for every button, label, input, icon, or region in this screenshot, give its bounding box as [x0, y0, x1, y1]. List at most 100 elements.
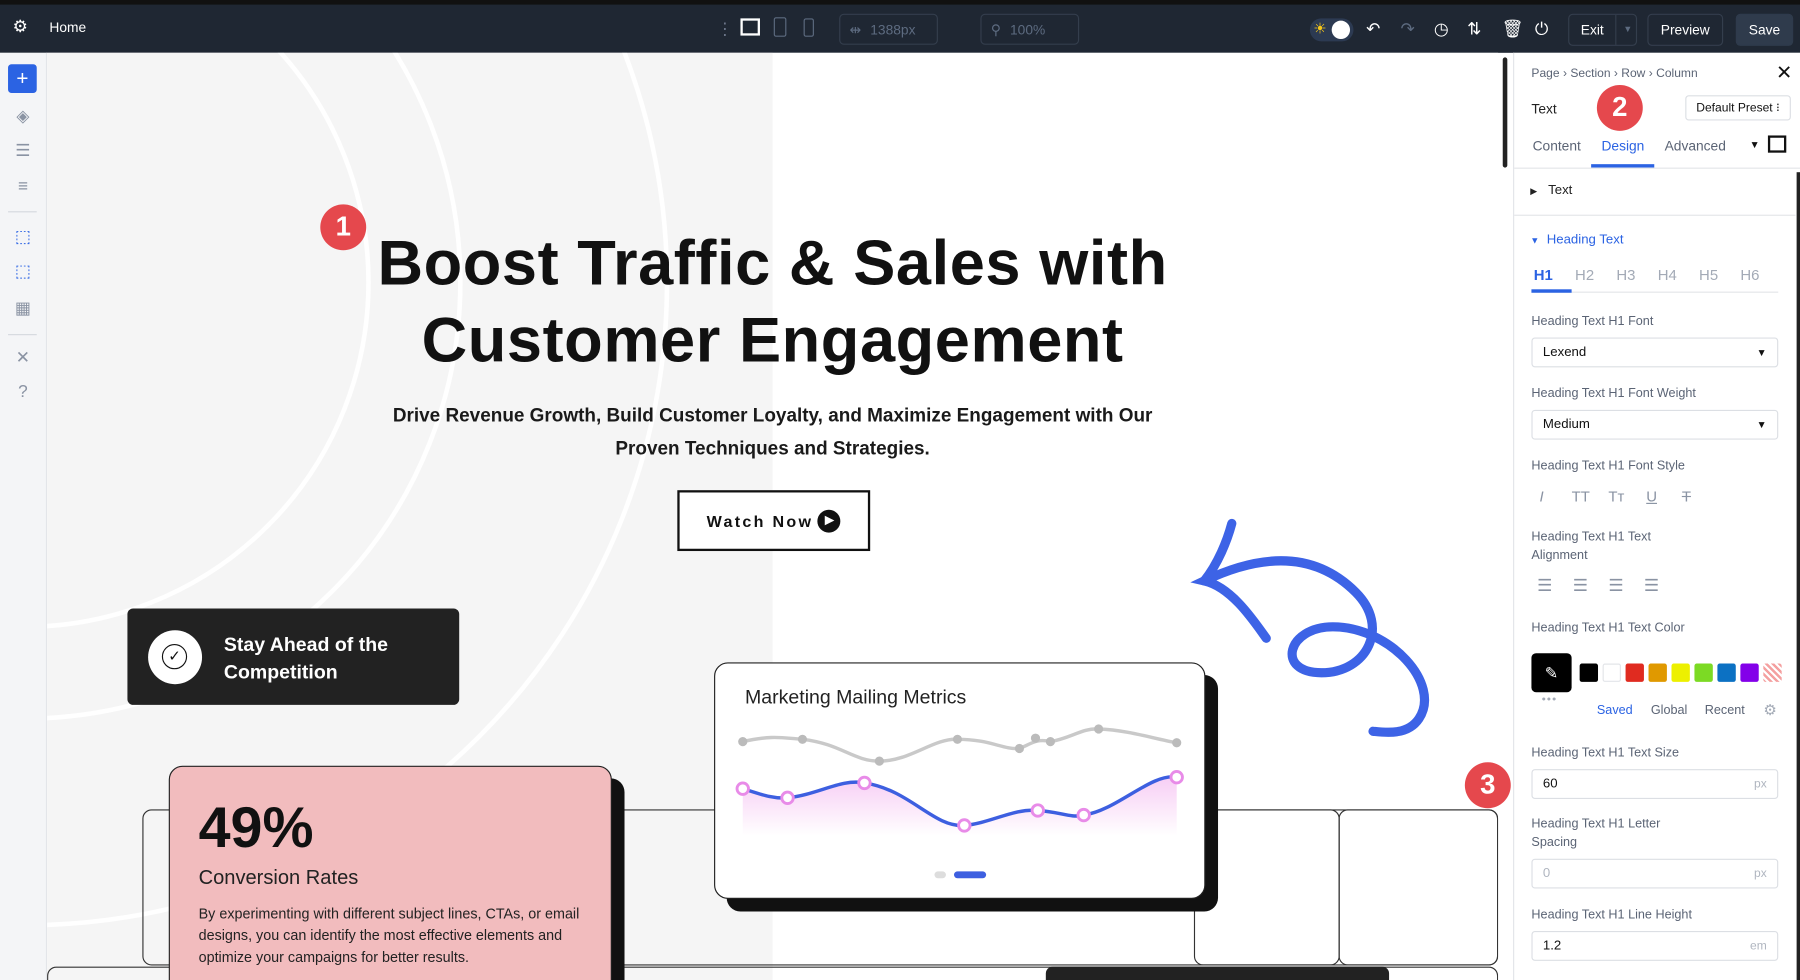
color-swatch-purple[interactable]: [1740, 664, 1758, 682]
section-heading-toggle[interactable]: ▼ Heading Text: [1530, 233, 1623, 247]
tablet-view-icon[interactable]: [774, 17, 787, 37]
letter-spacing-label: Heading Text H1 LetterSpacing: [1531, 816, 1660, 852]
desktop-view-icon[interactable]: [740, 18, 760, 35]
line-height-input[interactable]: 1.2em: [1531, 931, 1778, 961]
color-swatch-yellow[interactable]: [1671, 664, 1689, 682]
pagination-dot-active[interactable]: [954, 871, 986, 878]
tools-icon[interactable]: ✕: [11, 347, 34, 370]
zoom-field[interactable]: ⚲100%: [980, 14, 1079, 45]
width-icon: ⇹: [850, 21, 862, 37]
step-marker-3: 3: [1465, 762, 1511, 808]
tab-h3[interactable]: H3: [1616, 266, 1635, 283]
tab-h1[interactable]: H1: [1534, 266, 1553, 283]
color-tab-global[interactable]: Global: [1651, 704, 1688, 718]
color-swatch-green[interactable]: [1694, 664, 1712, 682]
step-marker-1: 1: [320, 204, 366, 250]
theme-toggle[interactable]: ☀: [1310, 18, 1354, 41]
hero-heading[interactable]: Boost Traffic & Sales withCustomer Engag…: [313, 225, 1231, 379]
uppercase-icon[interactable]: TT: [1572, 488, 1590, 505]
tab-h5[interactable]: H5: [1699, 266, 1718, 283]
font-weight-select[interactable]: Medium▼: [1531, 410, 1778, 440]
top-bar: ⚙ Home ⋮ ⇹1388px ⚲100% ☀ ↶ ↷ ◷ ⇅ 🗑 ⏻ Exi…: [0, 0, 1800, 53]
underline-icon[interactable]: U: [1646, 488, 1657, 505]
color-swatch-white[interactable]: [1603, 664, 1621, 682]
letter-spacing-input[interactable]: 0px: [1531, 859, 1778, 889]
align-left-icon[interactable]: ☰: [1537, 575, 1552, 596]
more-vertical-icon[interactable]: ⋮: [716, 20, 733, 41]
color-swatch-red[interactable]: [1626, 664, 1644, 682]
power-icon[interactable]: ⏻: [1535, 20, 1549, 41]
preset-dropdown[interactable]: Default Preset ⁝: [1685, 95, 1791, 120]
search-icon: ⚲: [991, 21, 1001, 37]
trash-icon[interactable]: 🗑: [1502, 20, 1524, 41]
sort-icon[interactable]: ⇅: [1467, 20, 1481, 41]
exit-button[interactable]: Exit▼: [1568, 14, 1637, 46]
color-tab-saved[interactable]: Saved: [1597, 704, 1633, 718]
pagination-dot[interactable]: [934, 871, 945, 878]
italic-icon[interactable]: I: [1539, 488, 1543, 505]
tab-h4[interactable]: H4: [1658, 266, 1677, 283]
template-preview-icon[interactable]: ▦: [11, 297, 34, 320]
settings-panel: Page › Section › Row › Column ✕ Text Def…: [1513, 53, 1800, 980]
color-swatch-blue[interactable]: [1717, 664, 1735, 682]
color-swatch-orange[interactable]: [1649, 664, 1667, 682]
redo-icon[interactable]: ↷: [1401, 20, 1415, 41]
select-icon[interactable]: ⬚: [11, 226, 34, 249]
tab-advanced[interactable]: Advanced: [1665, 138, 1726, 154]
eyedropper-icon[interactable]: ✎: [1531, 653, 1571, 692]
database-icon[interactable]: ☰: [11, 140, 34, 163]
feature-box: [1194, 809, 1340, 965]
tab-h2[interactable]: H2: [1575, 266, 1594, 283]
metrics-line-chart: [715, 709, 1206, 881]
align-justify-icon[interactable]: ☰: [1644, 575, 1659, 596]
curly-arrow-decoration: [1184, 512, 1448, 742]
heading-level-tabs: H1 H2 H3 H4 H5 H6: [1531, 266, 1778, 292]
preview-button[interactable]: Preview: [1647, 14, 1723, 46]
alignment-label: Heading Text H1 TextAlignment: [1531, 529, 1651, 565]
builder-canvas[interactable]: Boost Traffic & Sales withCustomer Engag…: [47, 53, 1498, 980]
panel-scrollbar[interactable]: [1797, 172, 1800, 980]
section-text-toggle[interactable]: ▶ Text: [1530, 184, 1572, 198]
add-icon[interactable]: +: [8, 64, 37, 93]
series-gray-line: [743, 729, 1177, 761]
feature-box: [1339, 809, 1499, 965]
layers-icon[interactable]: ◈: [11, 106, 34, 129]
watch-now-button[interactable]: Watch Now▶: [677, 490, 870, 551]
line-height-label: Heading Text H1 Line Height: [1531, 907, 1692, 925]
close-icon[interactable]: ✕: [1776, 62, 1792, 85]
module-name: Text: [1531, 101, 1556, 117]
multi-select-icon[interactable]: ⬚: [11, 261, 34, 284]
gear-icon[interactable]: ⚙: [13, 17, 28, 38]
history-icon[interactable]: ◷: [1434, 20, 1449, 41]
undo-icon[interactable]: ↶: [1366, 20, 1380, 41]
canvas-scrollbar[interactable]: [1503, 57, 1508, 167]
save-button[interactable]: Save: [1736, 14, 1793, 46]
phone-view-icon[interactable]: [804, 18, 814, 36]
tab-content[interactable]: Content: [1533, 138, 1581, 154]
tab-design[interactable]: Design: [1601, 138, 1644, 154]
capitalize-icon[interactable]: Tт: [1608, 488, 1624, 505]
breadcrumb: Page › Section › Row › Column: [1531, 67, 1697, 81]
divider: [8, 334, 37, 335]
text-size-input[interactable]: 60px: [1531, 769, 1778, 799]
align-right-icon[interactable]: ☰: [1608, 575, 1623, 596]
more-dots-icon[interactable]: •••: [1542, 693, 1558, 706]
chevron-down-icon[interactable]: ▼: [1615, 15, 1632, 45]
canvas-width-field[interactable]: ⇹1388px: [839, 14, 938, 45]
tab-h6[interactable]: H6: [1740, 266, 1759, 283]
divider: [1514, 168, 1800, 169]
font-select[interactable]: Lexend▼: [1531, 338, 1778, 368]
sun-icon: ☀: [1313, 20, 1326, 38]
expand-panel-icon[interactable]: [1768, 135, 1786, 152]
strikethrough-icon[interactable]: T: [1682, 488, 1691, 505]
gear-icon[interactable]: ⚙: [1763, 701, 1776, 719]
metrics-title: Marketing Mailing Metrics: [745, 687, 966, 710]
color-tab-recent[interactable]: Recent: [1705, 704, 1745, 718]
align-center-icon[interactable]: ☰: [1573, 575, 1588, 596]
caret-down-icon[interactable]: ▼: [1750, 139, 1760, 150]
layout-icon[interactable]: ≡: [11, 176, 34, 199]
color-swatch-transparent[interactable]: [1763, 664, 1781, 682]
divider: [8, 211, 37, 212]
color-swatch-black[interactable]: [1580, 664, 1598, 682]
help-icon[interactable]: ?: [11, 381, 34, 404]
